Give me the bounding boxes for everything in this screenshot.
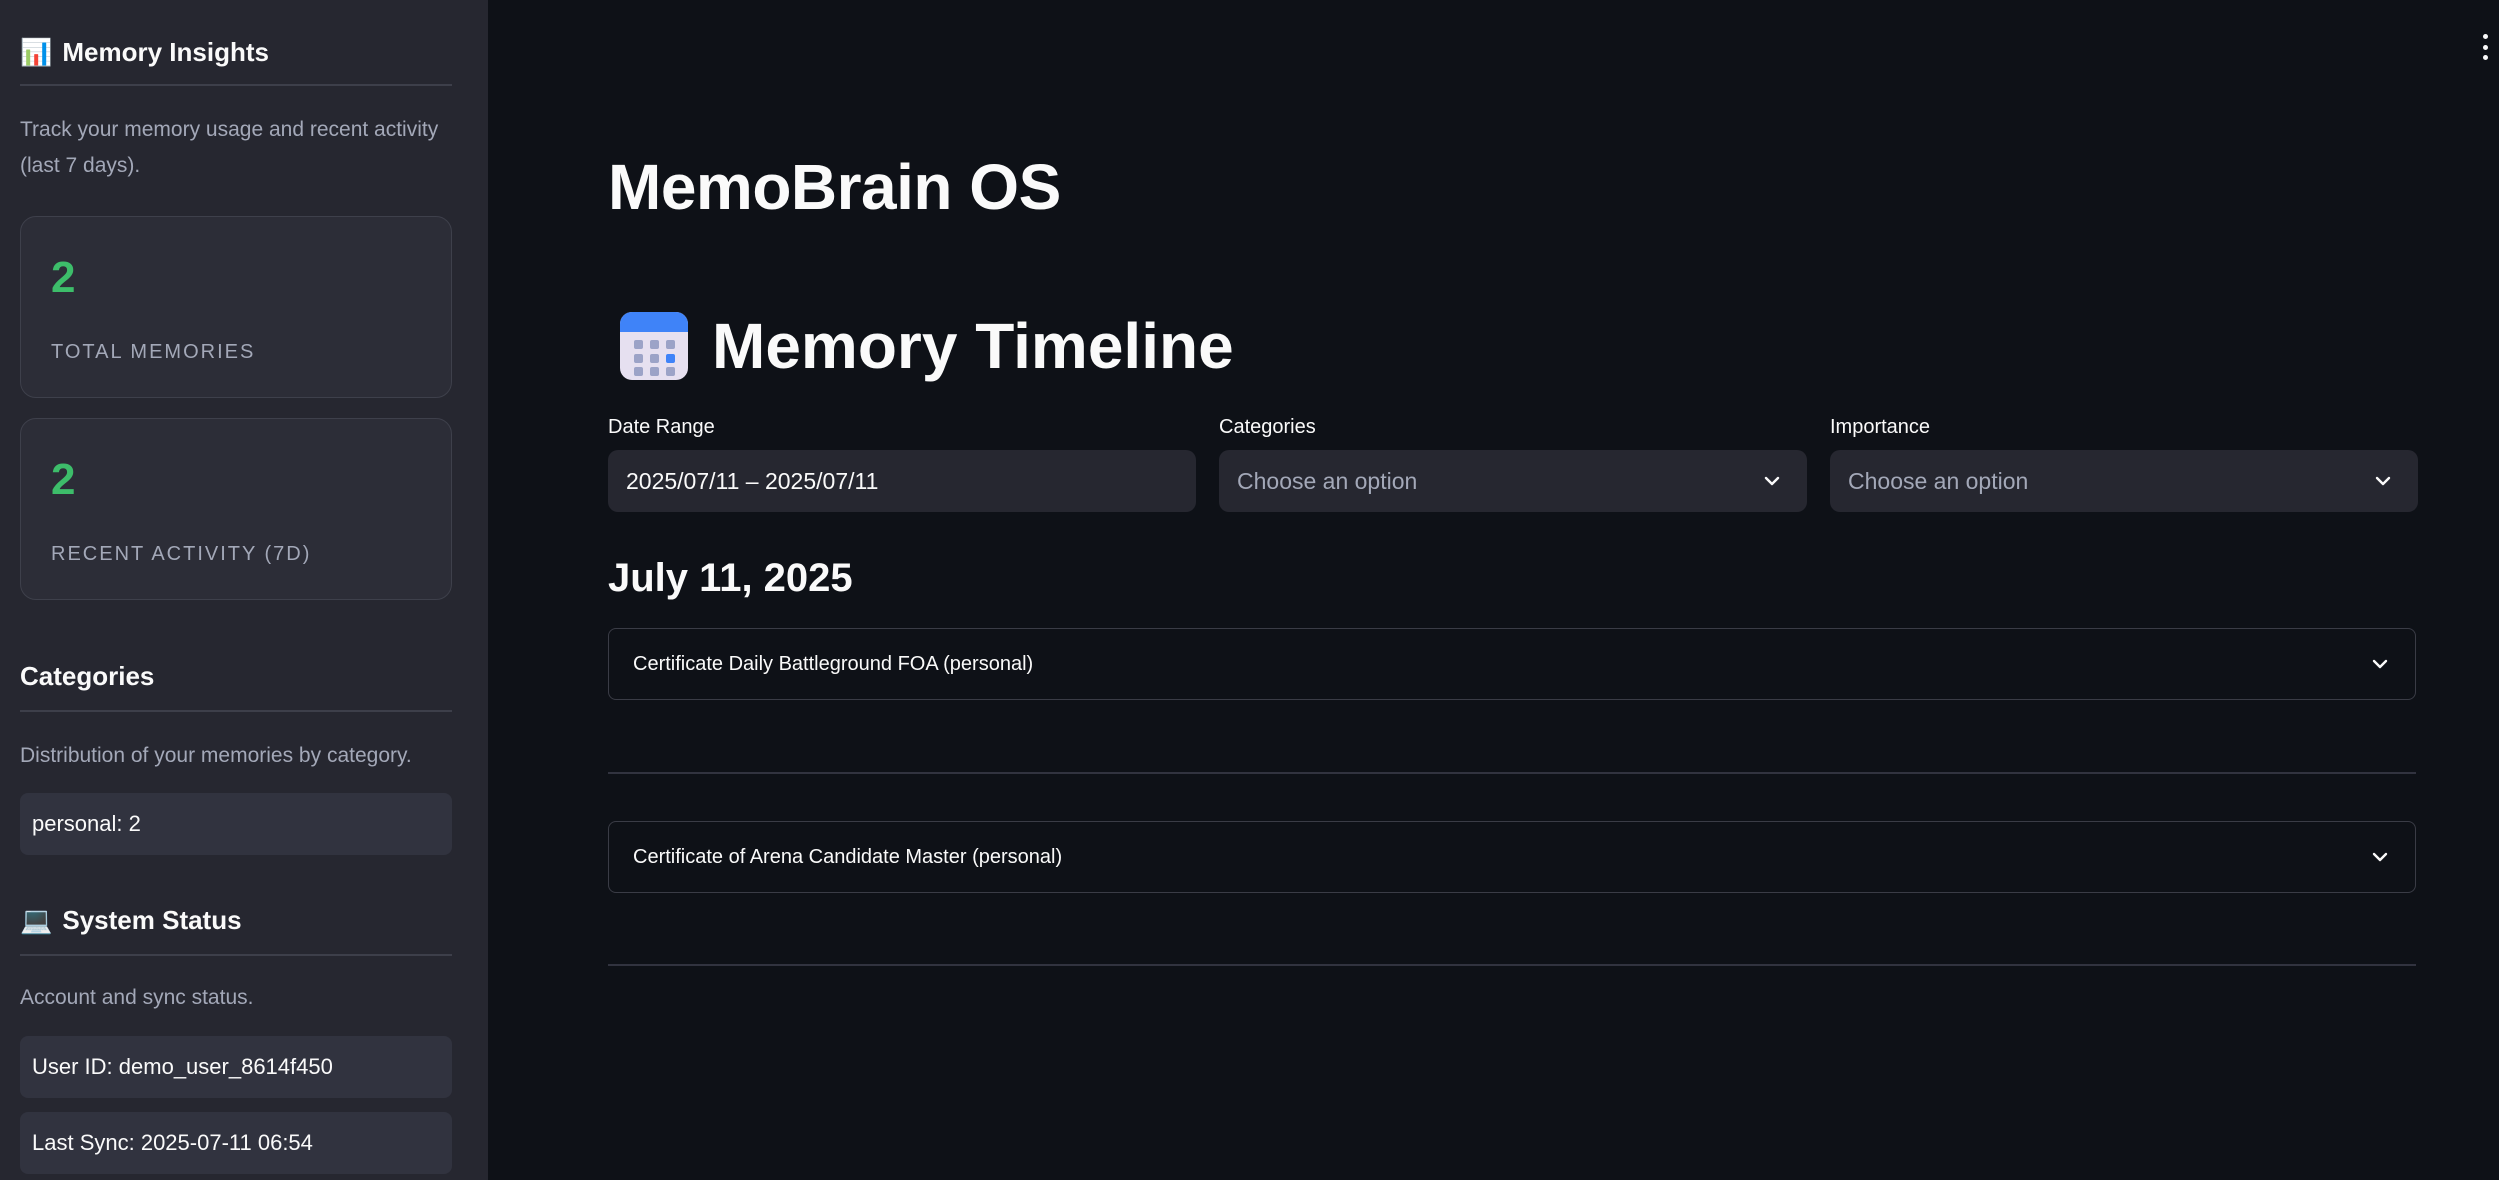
chevron-down-icon xyxy=(2372,659,2388,669)
system-status-heading: 💻 System Status xyxy=(20,904,242,936)
metric-value: 2 xyxy=(51,253,76,302)
memory-expander[interactable]: Certificate Daily Battleground FOA (pers… xyxy=(608,628,2416,700)
system-status-caption: Account and sync status. xyxy=(20,986,254,1009)
categories-caption: Distribution of your memories by categor… xyxy=(20,744,412,767)
metric-card-total-memories: 2 TOTAL MEMORIES xyxy=(20,216,452,398)
page-title: MemoBrain OS xyxy=(608,151,1061,223)
memory-expander-title: Certificate of Arena Candidate Master (p… xyxy=(633,845,1063,868)
sidebar-divider xyxy=(20,710,452,712)
date-range-label: Date Range xyxy=(608,416,715,438)
main-menu-button[interactable] xyxy=(2481,34,2489,60)
importance-select[interactable]: Choose an option xyxy=(1830,450,2418,512)
categories-select[interactable]: Choose an option xyxy=(1219,450,1807,512)
importance-filter-label: Importance xyxy=(1830,416,1931,438)
categories-select-placeholder: Choose an option xyxy=(1237,467,1418,494)
last-sync-box: Last Sync: 2025-07-11 06:54 xyxy=(20,1112,452,1174)
sidebar: 📊 Memory Insights Track your memory usag… xyxy=(0,0,488,1180)
insights-heading: 📊 Memory Insights xyxy=(20,36,269,68)
memory-expander-title: Certificate Daily Battleground FOA (pers… xyxy=(633,652,1034,675)
chevron-down-icon xyxy=(1764,476,1780,486)
categories-filter-label: Categories xyxy=(1219,416,1316,438)
timeline-heading: Memory Timeline xyxy=(608,308,1234,384)
entry-divider xyxy=(608,772,2416,774)
sidebar-divider xyxy=(20,954,452,956)
importance-select-placeholder: Choose an option xyxy=(1848,467,2029,494)
date-range-value: 2025/07/11 – 2025/07/11 xyxy=(626,467,879,494)
memory-expander[interactable]: Certificate of Arena Candidate Master (p… xyxy=(608,821,2416,893)
calendar-icon xyxy=(620,312,688,380)
bar-chart-icon: 📊 xyxy=(20,36,53,67)
metric-card-recent-activity: 2 RECENT ACTIVITY (7D) xyxy=(20,418,452,600)
date-range-input[interactable]: 2025/07/11 – 2025/07/11 xyxy=(608,450,1196,512)
chevron-down-icon xyxy=(2372,852,2388,862)
category-item-personal: personal: 2 xyxy=(20,793,452,855)
date-group-heading: July 11, 2025 xyxy=(608,556,853,600)
insights-caption: Track your memory usage and recent activ… xyxy=(20,118,439,177)
user-id-box: User ID: demo_user_8614f450 xyxy=(20,1036,452,1098)
categories-title: Categories xyxy=(20,660,155,691)
laptop-icon: 💻 xyxy=(20,904,53,935)
app-root: 📊 Memory Insights Track your memory usag… xyxy=(0,0,2499,1180)
system-status-title: System Status xyxy=(62,904,242,935)
metric-label: TOTAL MEMORIES xyxy=(51,341,256,363)
metric-label: RECENT ACTIVITY (7D) xyxy=(51,543,312,565)
metric-value: 2 xyxy=(51,455,76,504)
insights-title: Memory Insights xyxy=(62,36,269,67)
categories-heading: Categories xyxy=(20,660,154,692)
entry-divider xyxy=(608,964,2416,966)
chevron-down-icon xyxy=(2375,476,2391,486)
timeline-title: Memory Timeline xyxy=(712,310,1234,382)
sidebar-divider xyxy=(20,84,452,86)
